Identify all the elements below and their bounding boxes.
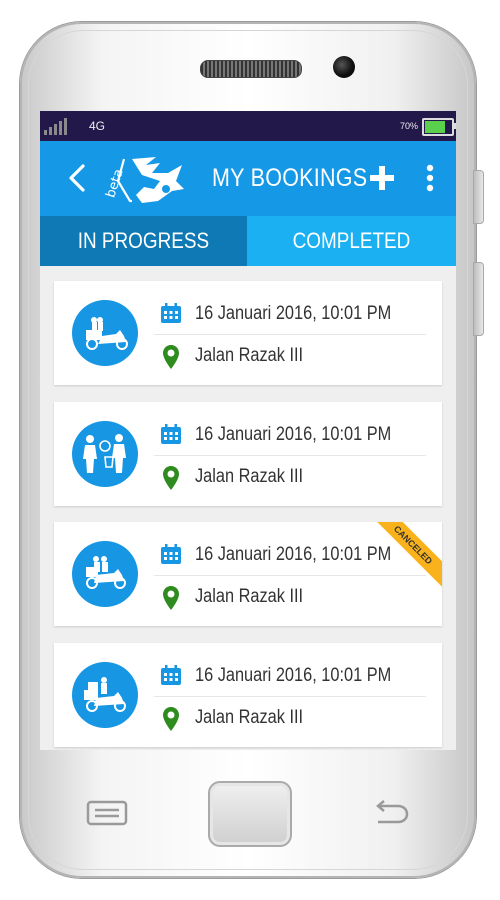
plus-icon[interactable] xyxy=(368,164,396,192)
booking-tabs: IN PROGRESS COMPLETED xyxy=(40,216,456,266)
volume-down-button xyxy=(473,262,484,336)
logo-beta-text: beta xyxy=(103,167,126,200)
location-pin-icon xyxy=(163,586,179,610)
app-screen: 4G 70% beta MY BOOKINGS IN PROGRESS COMP… xyxy=(40,111,456,750)
app-logo: beta xyxy=(103,157,184,203)
calendar-icon xyxy=(161,303,181,323)
back-arrow-icon[interactable] xyxy=(62,161,96,195)
tab-completed[interactable]: COMPLETED xyxy=(247,216,456,266)
booking-card[interactable]: 16 Januari 2016, 10:01 PM Jalan Razak II… xyxy=(54,643,442,747)
booking-card[interactable]: 16 Januari 2016, 10:01 PM Jalan Razak II… xyxy=(54,522,442,626)
volume-up-button xyxy=(473,170,484,224)
location-pin-icon xyxy=(163,707,179,731)
app-bar: beta MY BOOKINGS xyxy=(40,141,456,216)
location-pin-icon xyxy=(163,345,179,369)
motorbike-cargo-icon xyxy=(72,662,138,728)
booking-location: Jalan Razak III xyxy=(195,586,304,607)
calendar-icon xyxy=(161,544,181,564)
motorbike-courier-icon xyxy=(72,541,138,607)
page-title: MY BOOKINGS xyxy=(212,164,368,192)
earpiece-speaker xyxy=(200,60,302,78)
divider xyxy=(154,334,426,335)
hardware-home-button[interactable] xyxy=(208,781,292,847)
hardware-back-icon[interactable] xyxy=(370,798,410,828)
booking-card[interactable]: 16 Januari 2016, 10:01 PM Jalan Razak II… xyxy=(54,281,442,385)
booking-location: Jalan Razak III xyxy=(195,707,304,728)
calendar-icon xyxy=(161,665,181,685)
front-camera xyxy=(333,56,355,78)
status-bar: 4G 70% xyxy=(40,111,456,141)
signal-icon xyxy=(44,118,67,135)
network-type: 4G xyxy=(89,119,106,133)
location-pin-icon xyxy=(163,466,179,490)
hardware-menu-button[interactable] xyxy=(86,800,128,826)
shopping-delivery-icon xyxy=(72,421,138,487)
divider xyxy=(154,455,426,456)
booking-date: 16 Januari 2016, 10:01 PM xyxy=(195,424,392,445)
booking-location: Jalan Razak III xyxy=(195,466,304,487)
battery-icon xyxy=(422,118,456,136)
battery-percent: 70% xyxy=(400,121,419,131)
motorbike-passenger-icon xyxy=(72,300,138,366)
more-vert-icon[interactable] xyxy=(420,163,440,193)
booking-date: 16 Januari 2016, 10:01 PM xyxy=(195,665,392,686)
booking-card[interactable]: 16 Januari 2016, 10:01 PM Jalan Razak II… xyxy=(54,402,442,506)
booking-location: Jalan Razak III xyxy=(195,345,304,366)
divider xyxy=(154,696,426,697)
booking-date: 16 Januari 2016, 10:01 PM xyxy=(195,303,392,324)
tab-in-progress[interactable]: IN PROGRESS xyxy=(40,216,247,266)
booking-date: 16 Januari 2016, 10:01 PM xyxy=(195,544,392,565)
divider xyxy=(154,575,426,576)
calendar-icon xyxy=(161,424,181,444)
